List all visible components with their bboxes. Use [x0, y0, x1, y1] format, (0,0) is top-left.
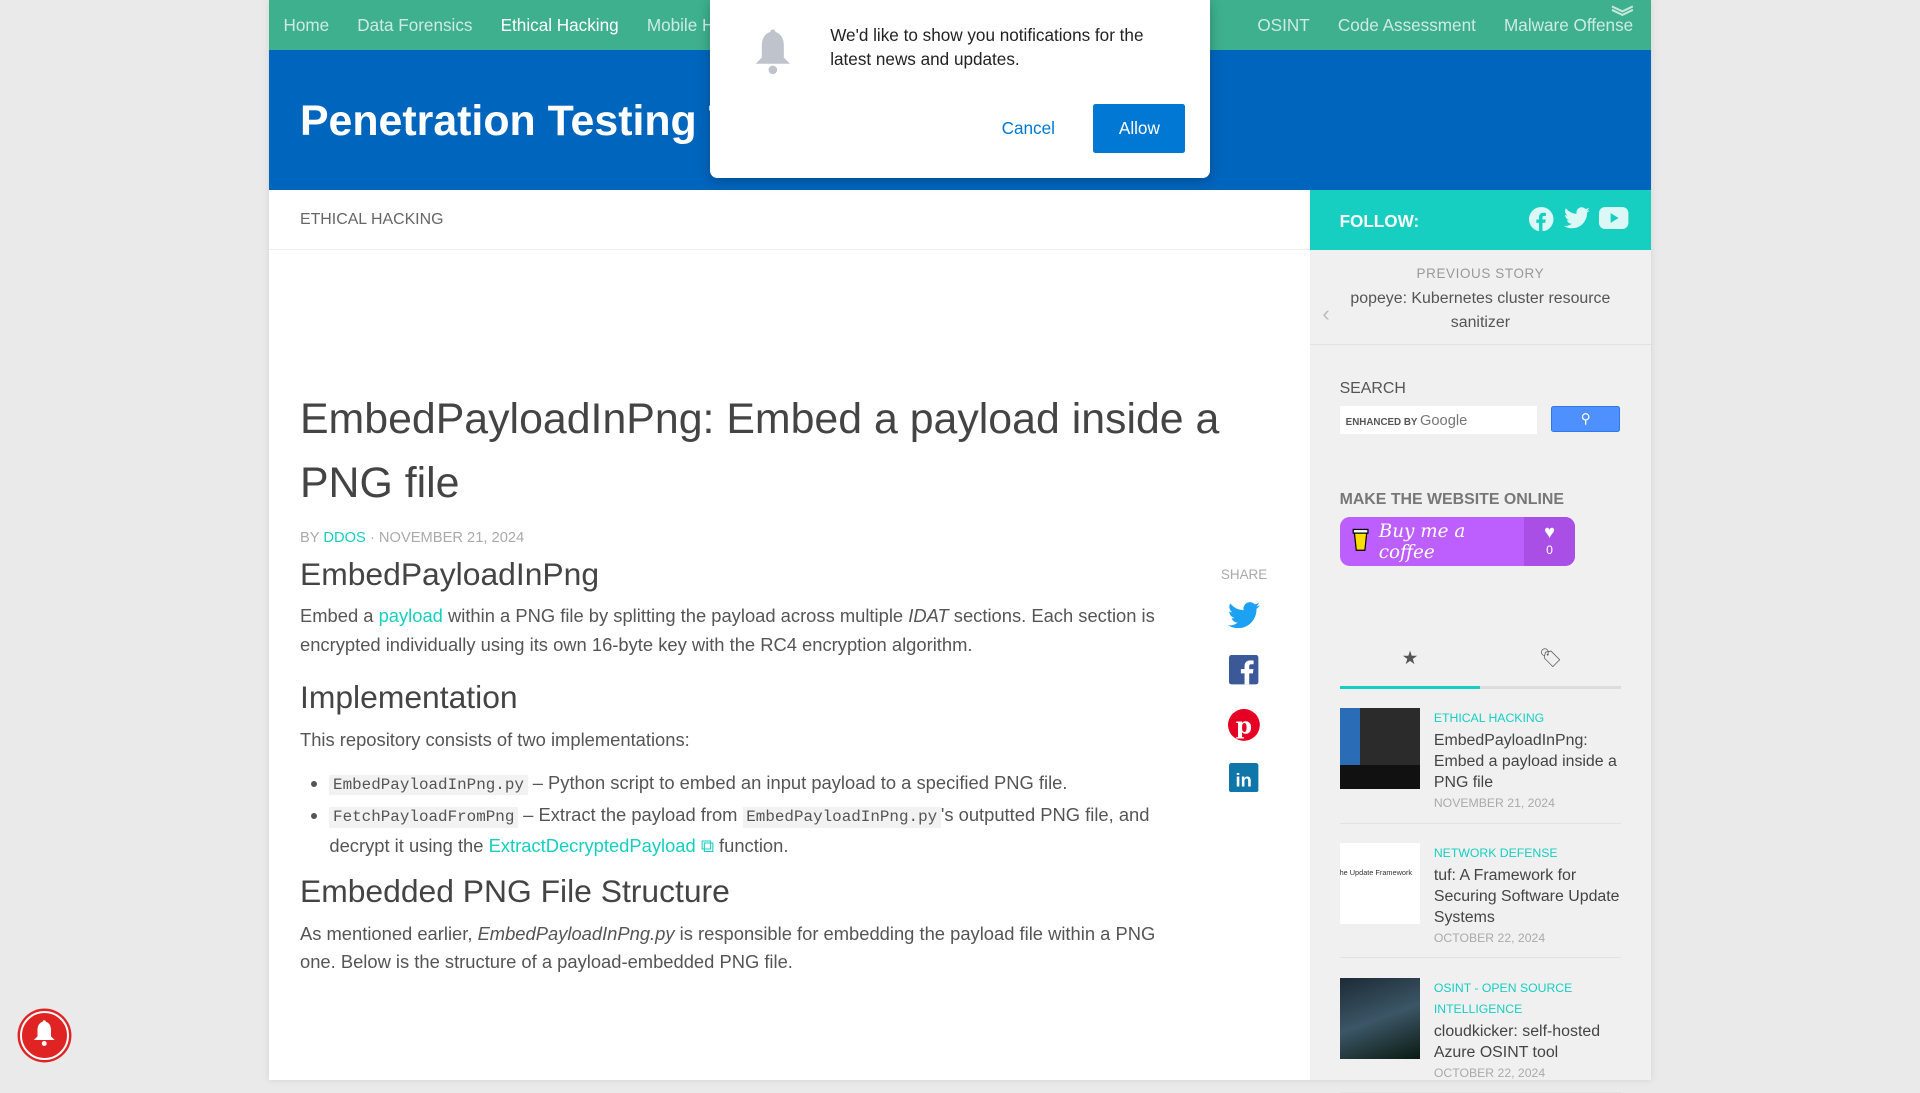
facebook-icon[interactable] — [1212, 655, 1276, 689]
twitter-icon[interactable] — [1212, 601, 1276, 636]
nav-ethical-hacking[interactable]: Ethical Hacking — [487, 15, 633, 36]
post-thumbnail[interactable] — [1339, 708, 1421, 789]
allow-button[interactable]: Allow — [1093, 104, 1186, 154]
search-input[interactable]: ENHANCED BY Google — [1339, 406, 1537, 435]
paragraph: Embed a payload within a PNG file by spl… — [299, 605, 1155, 655]
share-bar: SHARE p in — [1212, 567, 1276, 797]
list-item[interactable]: ETHICAL HACKING EmbedPayloadInPng: Embed … — [1339, 689, 1622, 824]
post-thumbnail[interactable] — [1339, 978, 1421, 1059]
chevron-left-icon: ‹ — [1322, 301, 1330, 327]
author-link[interactable]: DDOS — [323, 530, 365, 546]
list-item[interactable]: OSINT - OPEN SOURCE INTELLIGENCE cloudkic… — [1339, 958, 1622, 1093]
bell-icon — [752, 27, 794, 82]
cancel-button[interactable]: Cancel — [977, 104, 1079, 153]
article-title: EmbedPayloadInPng: Embed a payload insid… — [299, 395, 1220, 507]
payload-link[interactable]: payload — [379, 605, 443, 626]
heading-implementation: Implementation — [299, 679, 518, 716]
nav-code-assessment[interactable]: Code Assessment — [1324, 15, 1490, 36]
post-thumbnail[interactable]: he Update Framework — [1339, 843, 1421, 924]
byline: BY DDOS · NOVEMBER 21, 2024 — [299, 530, 525, 547]
heading-intro: EmbedPayloadInPng — [299, 555, 600, 592]
heading-structure: Embedded PNG File Structure — [299, 872, 730, 909]
list-item: FetchPayloadFromPng – Extract the payloa… — [329, 801, 1181, 859]
list-item: EmbedPayloadInPng.py – Python script to … — [329, 769, 1181, 799]
search-icon: ⚲ — [1580, 411, 1591, 427]
nav-osint[interactable]: OSINT — [1243, 15, 1324, 36]
linkedin-icon[interactable]: in — [1212, 763, 1276, 797]
paragraph: This repository consists of two implemen… — [299, 729, 690, 751]
svg-text:p: p — [1236, 713, 1252, 740]
nav-data-forensics[interactable]: Data Forensics — [343, 15, 486, 36]
twitter-icon[interactable] — [1563, 207, 1590, 236]
pinterest-icon[interactable]: p — [1212, 709, 1276, 743]
category-heading: ETHICAL HACKING — [269, 190, 1311, 250]
nav-home[interactable]: Home — [269, 15, 343, 36]
donate-widget: MAKE THE WEBSITE ONLINE Buy me a coffee … — [1310, 434, 1650, 567]
implementation-list: EmbedPayloadInPng.py – Python script to … — [300, 769, 1182, 860]
notification-prompt: We'd like to show you notifications for … — [710, 0, 1210, 178]
widget-tabs: ★ 🏷 — [1339, 635, 1622, 689]
tab-popular[interactable]: ★ — [1339, 635, 1481, 689]
previous-story[interactable]: ‹ PREVIOUS STORY popeye: Kubernetes clus… — [1310, 250, 1651, 346]
tags-icon: 🏷 — [1539, 646, 1563, 668]
coffee-cup-icon — [1352, 527, 1369, 556]
search-widget: SEARCH ENHANCED BY Google ⚲ — [1310, 345, 1650, 435]
buy-me-a-coffee-button[interactable]: Buy me a coffee ♥ 0 — [1339, 517, 1575, 567]
extract-decrypted-payload-link[interactable]: ExtractDecryptedPayload — [489, 835, 696, 856]
star-icon: ★ — [1401, 646, 1419, 668]
bell-icon — [32, 1019, 56, 1052]
sidebar: FOLLOW: ‹ PREVIOUS STORY popeye: Kuberne… — [1310, 189, 1651, 1093]
article-content: EmbedPayloadInPng Embed a payload within… — [299, 555, 1182, 991]
article: ETHICAL HACKING EmbedPayloadInPng: Embed… — [269, 190, 1311, 972]
svg-text:in: in — [1236, 769, 1252, 790]
follow-bar: FOLLOW: — [1310, 189, 1651, 250]
paragraph: As mentioned earlier, EmbedPayloadInPng.… — [299, 922, 1156, 972]
notification-message: We'd like to show you notifications for … — [830, 25, 1144, 69]
notification-bell-button[interactable] — [19, 1011, 69, 1061]
list-item[interactable]: he Update Framework NETWORK DEFENSE tuf: … — [1339, 824, 1622, 959]
external-link-icon: ⧉ — [700, 834, 714, 856]
search-button[interactable]: ⚲ — [1551, 406, 1620, 432]
tab-tags[interactable]: 🏷 — [1480, 635, 1622, 689]
facebook-icon[interactable] — [1529, 206, 1554, 236]
heart-icon: ♥ — [1544, 520, 1555, 542]
chevron-double-down-icon[interactable]: ︾ — [1611, 7, 1633, 29]
youtube-icon[interactable] — [1599, 206, 1629, 236]
previous-story-link[interactable]: popeye: Kubernetes cluster resource sani… — [1310, 287, 1650, 336]
